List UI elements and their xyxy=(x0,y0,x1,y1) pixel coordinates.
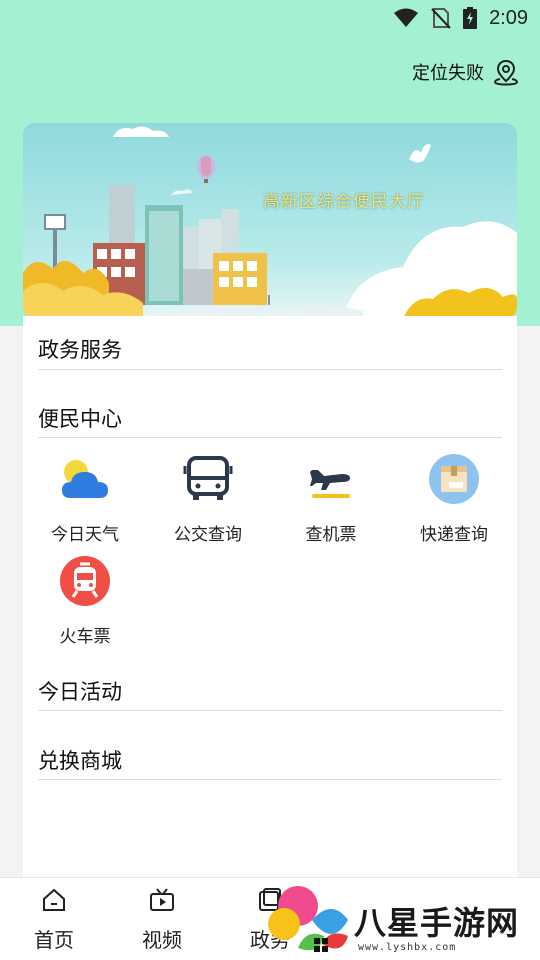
train-icon xyxy=(58,554,112,608)
divider xyxy=(38,369,502,370)
main-card: 政务服务 便民中心 今日天气 公交查询 查机票 快递查询 火车票 今日活动 兑换… xyxy=(23,316,517,880)
nav-label: 首页 xyxy=(34,928,74,952)
status-bar: 2:09 xyxy=(0,0,540,36)
banner[interactable]: 高新区综合便民大厅 xyxy=(23,123,517,319)
watermark: 八星手游网 www.lyshbx.com xyxy=(262,878,540,960)
service-train[interactable]: 火车票 xyxy=(25,554,145,647)
banner-city-illustration xyxy=(23,126,517,319)
home-icon xyxy=(43,888,65,911)
weather-icon xyxy=(58,452,112,506)
video-icon xyxy=(150,888,174,911)
divider xyxy=(38,437,502,438)
watermark-text: 八星手游网 xyxy=(354,904,520,942)
wifi-icon xyxy=(394,8,419,27)
section-title-gov-service[interactable]: 政务服务 xyxy=(38,334,122,364)
nav-label: 视频 xyxy=(142,928,182,952)
watermark-url: www.lyshbx.com xyxy=(358,942,457,953)
service-label: 火车票 xyxy=(59,627,111,647)
service-flight[interactable]: 查机票 xyxy=(271,452,391,545)
service-express[interactable]: 快递查询 xyxy=(394,452,514,545)
location-text: 定位失败 xyxy=(412,63,484,84)
service-weather[interactable]: 今日天气 xyxy=(25,452,145,545)
service-label: 公交查询 xyxy=(174,525,242,545)
battery-charging-icon xyxy=(463,7,478,29)
nav-item-home[interactable]: 首页 xyxy=(14,886,94,953)
location-button[interactable]: 定位失败 xyxy=(412,56,520,88)
bus-icon xyxy=(181,452,235,506)
section-title-today-activity[interactable]: 今日活动 xyxy=(38,676,122,706)
service-label: 快递查询 xyxy=(420,525,488,545)
airplane-icon xyxy=(304,452,358,506)
service-bus[interactable]: 公交查询 xyxy=(148,452,268,545)
location-pin-icon xyxy=(493,59,519,86)
service-label: 查机票 xyxy=(305,525,357,545)
service-label: 今日天气 xyxy=(51,525,119,545)
banner-title: 高新区综合便民大厅 xyxy=(263,192,425,212)
no-sim-icon xyxy=(431,8,451,29)
section-title-exchange-mall[interactable]: 兑换商城 xyxy=(38,745,122,775)
divider xyxy=(38,710,502,711)
section-title-convenience-center: 便民中心 xyxy=(38,407,122,431)
divider xyxy=(38,779,502,780)
package-icon xyxy=(427,452,481,506)
nav-item-video[interactable]: 视频 xyxy=(122,886,202,953)
watermark-logo xyxy=(268,886,348,952)
status-time: 2:09 xyxy=(489,6,528,29)
